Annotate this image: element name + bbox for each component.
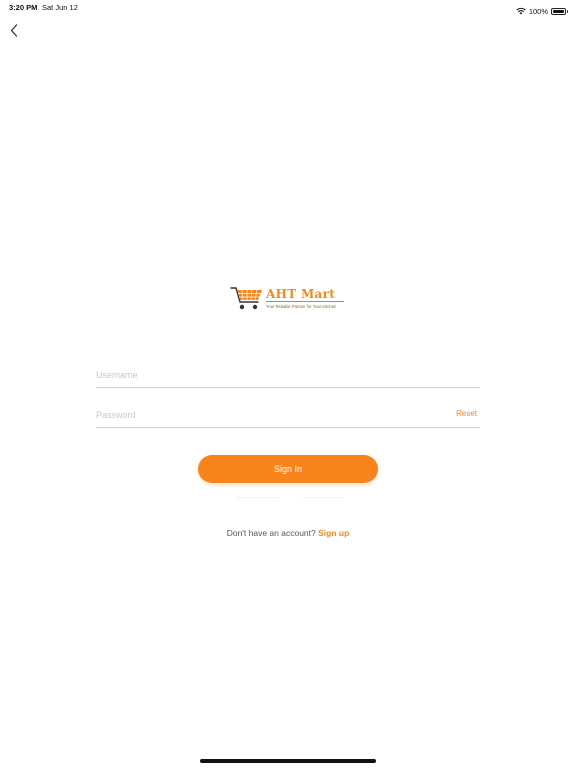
password-field: Reset <box>96 398 480 428</box>
signup-prompt: Don't have an account? <box>226 528 319 538</box>
logo-tagline: Your Reliable Partner for Your Kitchen <box>266 304 337 309</box>
back-button[interactable] <box>6 21 22 39</box>
status-date: Sat Jun 12 <box>42 3 78 12</box>
signup-row: Don't have an account? Sign up <box>0 528 576 538</box>
username-input[interactable] <box>96 370 436 380</box>
battery-fill <box>553 9 564 13</box>
home-indicator[interactable] <box>200 759 376 763</box>
logo-underline <box>266 301 344 302</box>
app-logo: AHT Mart Your Reliable Partner for Your … <box>230 284 348 312</box>
wifi-icon <box>516 2 526 20</box>
chevron-left-icon <box>10 23 18 37</box>
shopping-cart-icon <box>230 287 262 310</box>
password-input[interactable] <box>96 410 436 420</box>
reset-password-link[interactable]: Reset <box>456 409 477 418</box>
sign-up-link[interactable]: Sign up <box>318 528 349 538</box>
divider-left <box>236 497 278 498</box>
status-time: 3:20 PM <box>9 3 38 12</box>
status-bar: 3:20 PM Sat Jun 12 100% <box>0 0 576 16</box>
battery-percentage: 100% <box>528 6 548 16</box>
battery-icon <box>551 7 568 15</box>
username-field <box>96 358 480 388</box>
divider-right <box>302 497 344 498</box>
status-indicators: 100% <box>516 2 568 20</box>
sign-in-button[interactable]: Sign In <box>198 455 378 483</box>
login-screen: 3:20 PM Sat Jun 12 100% AHT Mart Your Re… <box>0 0 576 768</box>
logo-title: AHT Mart <box>266 287 336 301</box>
